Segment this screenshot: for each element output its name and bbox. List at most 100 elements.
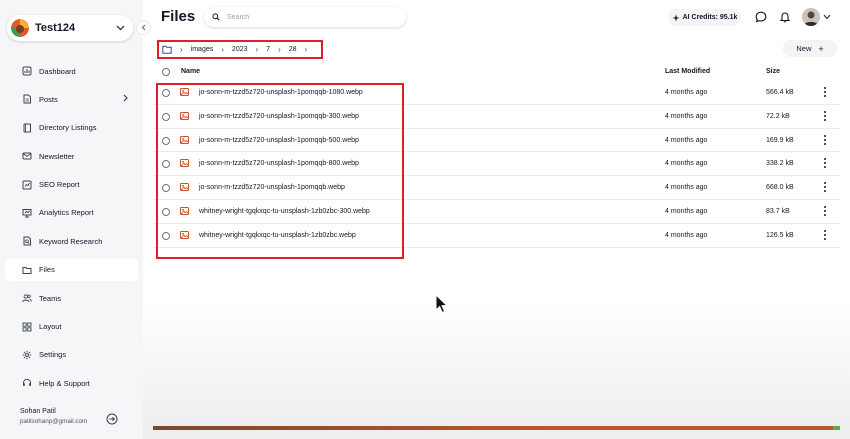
sidebar-item-label: SEO Report <box>39 180 80 190</box>
image-file-icon <box>180 207 189 215</box>
table-row[interactable]: jo-sonn-m-tzzd5z720-unsplash-1pomqqb.web… <box>153 176 840 200</box>
more-options-icon[interactable] <box>821 206 829 216</box>
breadcrumb-item[interactable]: 7 <box>266 46 270 53</box>
table-row[interactable]: jo-sonn-m-tzzd5z720-unsplash-1pomqqb-300… <box>153 105 840 129</box>
row-select-radio[interactable] <box>162 112 170 121</box>
select-all-radio[interactable] <box>162 68 170 76</box>
sidebar-item-files[interactable]: Files <box>5 258 138 281</box>
table-row[interactable]: whitney-wright-tgqkxqc-tu-unsplash-1zb0z… <box>153 200 840 224</box>
gear-icon <box>22 350 32 360</box>
dashboard-icon <box>22 66 32 76</box>
image-file-icon <box>180 183 189 192</box>
sidebar-item-label: Files <box>39 265 55 275</box>
video-progress-bar[interactable] <box>153 426 840 430</box>
sidebar-item-newsletter[interactable]: Newsletter <box>5 145 138 167</box>
file-size: 566.4 kB <box>766 89 794 96</box>
mouse-cursor-icon <box>435 293 449 314</box>
column-header-modified[interactable]: Last Modified <box>665 68 710 75</box>
file-name[interactable]: whitney-wright-tgqkxqc-tu-unsplash-1zb0z… <box>199 208 370 215</box>
file-last-modified: 4 months ago <box>665 136 708 144</box>
more-options-icon[interactable] <box>821 134 829 145</box>
sidebar-item-directory-listings[interactable]: Directory Listings <box>5 117 138 139</box>
chevron-right-icon: › <box>278 45 281 54</box>
row-select-radio[interactable] <box>162 231 170 240</box>
table-row[interactable]: whitney-wright-tgqkxqc-tu-unsplash-1zb0z… <box>153 224 840 248</box>
chevron-right-icon: › <box>304 45 308 54</box>
file-size: 72.2 kB <box>766 112 790 120</box>
document-icon <box>22 94 32 104</box>
file-name[interactable]: jo-sonn-m-tzzd5z720-unsplash-1pomqqb-300… <box>199 113 359 120</box>
sidebar-item-keyword-research[interactable]: Keyword Research <box>5 230 138 252</box>
plus-icon: + <box>818 43 824 54</box>
headset-icon <box>22 378 32 388</box>
main-content: Files AI Credits: 95.1k › images › 2023 … <box>143 0 850 439</box>
sidebar-item-help-support[interactable]: Help & Support <box>5 372 138 394</box>
file-size: 83.7 kB <box>766 208 790 215</box>
search-document-icon <box>22 236 32 246</box>
folder-icon[interactable] <box>162 45 172 54</box>
sidebar-item-analytics-report[interactable]: Analytics Report <box>5 202 138 224</box>
workspace-switcher[interactable]: Test124 <box>7 15 133 41</box>
row-select-radio[interactable] <box>162 208 170 216</box>
sidebar-item-label: Directory Listings <box>39 123 97 133</box>
more-options-icon[interactable] <box>821 229 829 240</box>
ai-credits-badge[interactable]: AI Credits: 95.1k <box>668 9 741 26</box>
table-header: Name Last Modified Size <box>153 64 840 80</box>
file-size: 338.2 kB <box>766 160 794 168</box>
sidebar-item-teams[interactable]: Teams <box>5 287 138 309</box>
workspace-logo-icon <box>11 19 29 37</box>
sidebar-item-label: Analytics Report <box>39 208 94 218</box>
new-button[interactable]: New + <box>783 40 837 57</box>
users-icon <box>22 293 32 303</box>
sidebar: Test124 Dashboard Posts Directory Listin… <box>0 0 143 439</box>
more-options-icon[interactable] <box>821 158 829 169</box>
book-icon <box>22 123 32 133</box>
file-name[interactable]: jo-sonn-m-tzzd5z720-unsplash-1pomqqb-108… <box>199 89 363 96</box>
file-name[interactable]: jo-sonn-m-tzzd5z720-unsplash-1pomqqb-500… <box>199 137 359 144</box>
file-name[interactable]: jo-sonn-m-tzzd5z720-unsplash-1pomqqb-800… <box>199 160 359 167</box>
file-last-modified: 4 months ago <box>665 208 708 215</box>
sidebar-item-posts[interactable]: Posts <box>5 88 138 110</box>
table-row[interactable]: jo-sonn-m-tzzd5z720-unsplash-1pomqqb-108… <box>153 81 840 105</box>
sidebar-item-label: Teams <box>39 293 62 303</box>
more-options-icon[interactable] <box>821 110 829 121</box>
sidebar-item-layout[interactable]: Layout <box>5 316 138 338</box>
workspace-name: Test124 <box>35 22 76 34</box>
avatar[interactable] <box>802 8 820 26</box>
new-button-label: New <box>796 44 812 53</box>
file-name[interactable]: whitney-wright-tgqkxqc-tu-unsplash-1zb0z… <box>199 232 356 239</box>
presentation-chart-icon <box>22 208 32 218</box>
row-select-radio[interactable] <box>162 136 170 145</box>
row-select-radio[interactable] <box>162 160 170 169</box>
logout-icon[interactable] <box>106 413 118 425</box>
file-last-modified: 4 months ago <box>665 160 708 168</box>
file-last-modified: 4 months ago <box>665 231 708 239</box>
chevron-down-icon <box>116 23 125 34</box>
column-header-name[interactable]: Name <box>181 68 200 75</box>
table-row[interactable]: jo-sonn-m-tzzd5z720-unsplash-1pomqqb-800… <box>153 152 840 177</box>
sidebar-item-dashboard[interactable]: Dashboard <box>5 60 138 82</box>
bell-icon[interactable] <box>779 11 791 23</box>
file-last-modified: 4 months ago <box>665 89 708 96</box>
row-select-radio[interactable] <box>162 184 170 193</box>
chat-icon[interactable] <box>755 11 767 23</box>
search-input[interactable] <box>227 13 387 21</box>
breadcrumb-item[interactable]: images <box>191 46 214 53</box>
column-header-size[interactable]: Size <box>766 68 780 75</box>
more-options-icon[interactable] <box>821 87 829 97</box>
table-row[interactable]: jo-sonn-m-tzzd5z720-unsplash-1pomqqb-500… <box>153 129 840 153</box>
user-name: Sohan Patil <box>20 408 56 415</box>
search-bar[interactable] <box>204 7 406 27</box>
background-fade <box>143 300 850 439</box>
sidebar-collapse-button[interactable] <box>136 20 151 35</box>
image-file-icon <box>180 88 189 96</box>
file-name[interactable]: jo-sonn-m-tzzd5z720-unsplash-1pomqqb.web… <box>199 184 345 191</box>
row-select-radio[interactable] <box>162 89 170 97</box>
progress-bar-end <box>833 426 840 430</box>
more-options-icon[interactable] <box>821 182 829 193</box>
breadcrumb-item[interactable]: 2023 <box>232 46 248 53</box>
sidebar-item-settings[interactable]: Settings <box>5 344 138 366</box>
sidebar-item-seo-report[interactable]: SEO Report <box>5 174 138 196</box>
chevron-down-icon[interactable] <box>823 12 831 22</box>
breadcrumb-item[interactable]: 28 <box>289 46 297 53</box>
